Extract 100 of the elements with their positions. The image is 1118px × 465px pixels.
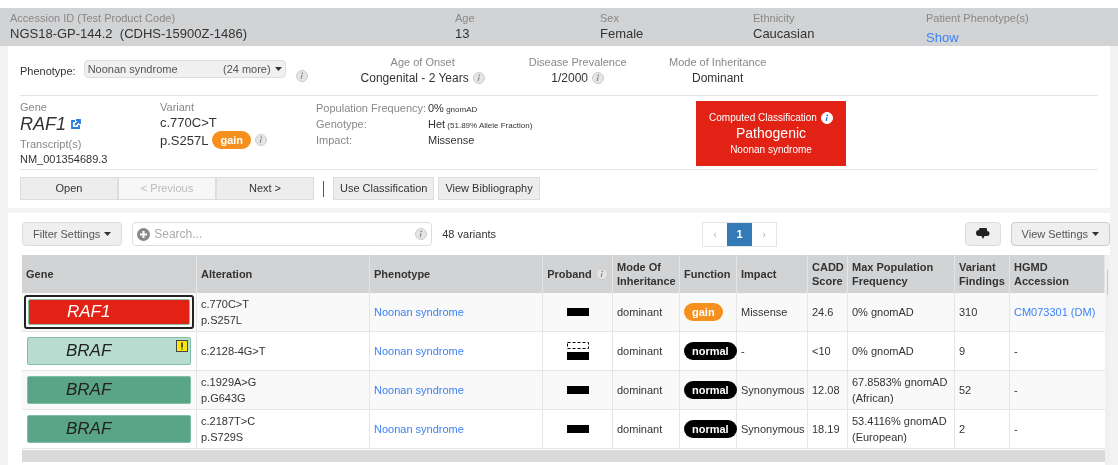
cadd-score: 18.19 [812, 421, 840, 437]
gene-name: RAF1 [20, 114, 66, 134]
alteration-text: p.S729S [201, 430, 245, 445]
external-link-icon[interactable] [70, 118, 81, 130]
info-icon[interactable] [415, 228, 428, 240]
download-button[interactable] [964, 222, 1001, 246]
alteration-text: c.1929A>G [201, 375, 258, 390]
variant-count: 48 variants [442, 226, 497, 242]
gene-cell[interactable]: RAF1 [24, 295, 194, 329]
mode-text: dominant [617, 343, 663, 359]
field-value: 1/2000 [551, 70, 588, 87]
proband-bars-icon [566, 342, 589, 360]
transcript-value: NM_001354689.3 [20, 152, 109, 166]
field-value: Congenital - 2 Years [360, 70, 469, 87]
search-field[interactable]: Search... [132, 222, 433, 246]
classification-phenotype: Noonan syndrome [730, 143, 812, 157]
field-label: Gene [20, 101, 48, 114]
column-header[interactable]: Proband [547, 267, 592, 281]
caret-icon [1092, 232, 1099, 236]
impact-text: Synonymous [741, 382, 805, 398]
classification-title: Computed Classification [709, 111, 817, 125]
cloud-download-icon [975, 228, 990, 240]
info-icon[interactable] [472, 72, 485, 84]
info-icon[interactable] [295, 69, 308, 82]
findings-count: 52 [959, 382, 972, 398]
cadd-score: <10 [812, 343, 831, 359]
mode-text: dominant [617, 382, 663, 398]
gene-cell[interactable]: BRAF [24, 373, 194, 407]
field-label: Transcript(s) [20, 137, 83, 152]
function-badge: normal [684, 381, 737, 399]
alteration-text: c.770C>T [201, 297, 250, 312]
field-label: Age of Onset [390, 55, 455, 69]
field-label: Sex [600, 11, 620, 25]
info-icon[interactable] [255, 134, 268, 146]
frequency-text: 0% gnomAD [852, 305, 915, 320]
findings-count: 2 [959, 421, 966, 437]
proband-bar-icon [566, 386, 589, 394]
findings-count: 9 [959, 343, 966, 359]
hgmd-text: - [1014, 382, 1018, 398]
cdna-value: c.770C>T [160, 114, 218, 131]
function-badge: gain [684, 303, 723, 321]
column-header[interactable]: Mode Of Inheritance [617, 260, 676, 288]
hgmd-link[interactable]: CM073301 (DM) [1014, 303, 1096, 321]
phenotype-link[interactable]: Noonan syndrome [374, 342, 464, 360]
field-label: Accession ID (Test Product Code) [10, 11, 177, 25]
column-header[interactable]: CADD Score [812, 260, 844, 288]
detail-value: Het (51.89% Allele Fraction) [428, 117, 534, 132]
field-value: Dominant [691, 70, 744, 87]
frequency-text: 67.8583% gnomAD [852, 375, 949, 390]
field-value: 13 [455, 25, 471, 43]
impact-text: Synonymous [741, 421, 805, 437]
column-header[interactable]: Phenotype [374, 267, 431, 281]
alteration-text: c.2187T>C [201, 414, 257, 429]
phenotype-label: Phenotype: [20, 64, 76, 79]
field-label: Mode of Inheritance [669, 55, 767, 69]
impact-text: Missense [741, 304, 788, 320]
classification-value: Pathogenic [735, 125, 807, 142]
column-header[interactable]: Max Population Frequency [852, 260, 950, 288]
field-label: Variant [160, 101, 196, 114]
hgmd-text: - [1014, 421, 1018, 437]
search-input[interactable]: Search... [154, 225, 412, 243]
view-settings-button[interactable]: View Settings [1010, 222, 1110, 246]
action-button[interactable]: Use Classification [333, 177, 435, 200]
hgmd-text: - [1014, 343, 1018, 359]
plus-circle-icon [137, 227, 151, 241]
proband-bar-icon [566, 308, 589, 316]
info-icon[interactable] [592, 72, 604, 84]
frequency-text: (European) [852, 430, 909, 445]
alteration-text: p.S257L [201, 313, 243, 328]
phenotype-link[interactable]: Noonan syndrome [374, 303, 464, 321]
detail-value: 0% gnomAD [428, 101, 479, 116]
phenotype-dropdown[interactable]: Noonan syndrome (24 more) [83, 60, 286, 78]
column-header[interactable]: Alteration [201, 267, 253, 281]
nav-button[interactable]: Open [20, 177, 118, 200]
field-value: Female [600, 25, 645, 43]
column-header[interactable]: Variant Findings [959, 260, 1005, 288]
column-header[interactable]: Gene [26, 267, 54, 281]
impact-text: - [741, 343, 745, 359]
column-header[interactable]: Function [684, 267, 731, 281]
filter-settings-button[interactable]: Filter Settings [22, 222, 123, 246]
nav-button[interactable]: Next > [216, 177, 314, 200]
info-icon[interactable] [595, 268, 608, 280]
phenotype-link[interactable]: Noonan syndrome [374, 381, 464, 399]
alteration-text: p.G643G [201, 391, 247, 406]
caret-icon [104, 232, 112, 236]
column-header[interactable]: HGMD Accession [1014, 260, 1100, 288]
function-badge: gain [212, 131, 252, 149]
detail-label: Impact: [316, 133, 354, 148]
gene-cell[interactable]: BRAF [24, 412, 194, 446]
protein-value: p.S257L [160, 131, 209, 149]
phenotype-link[interactable]: Noonan syndrome [374, 420, 464, 438]
vertical-scrollbar[interactable] [1105, 255, 1110, 465]
gene-cell[interactable]: BRAF [24, 334, 194, 368]
frequency-text: (African) [852, 391, 895, 406]
frequency-text: 53.4116% gnomAD [852, 414, 948, 429]
column-header[interactable]: Impact [741, 267, 777, 281]
horizontal-scrollbar[interactable] [22, 450, 1105, 462]
field-label: Ethnicity [753, 11, 796, 25]
page-button[interactable]: 1 [727, 222, 753, 246]
action-button[interactable]: View Bibliography [438, 177, 540, 200]
